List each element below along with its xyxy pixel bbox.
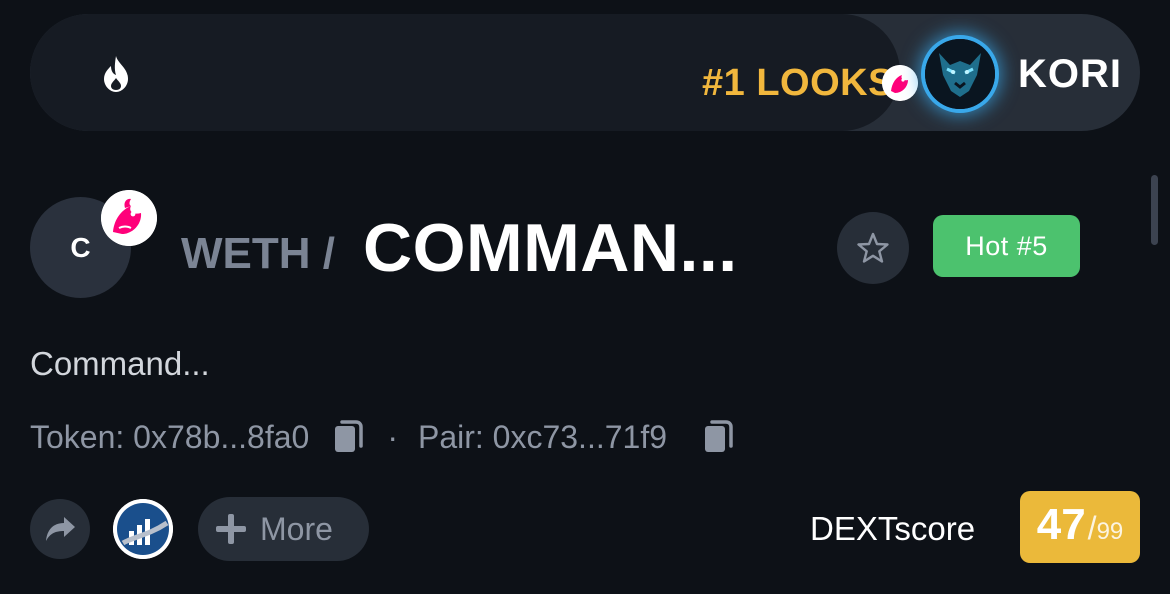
coinmarketcap-icon: [113, 499, 173, 559]
more-button[interactable]: More: [198, 497, 369, 561]
star-icon: [856, 231, 890, 265]
token-initial: C: [70, 231, 91, 263]
quote-token-symbol: WETH /: [181, 229, 335, 278]
share-button[interactable]: [30, 499, 90, 559]
dextscore-slash: /: [1087, 510, 1097, 546]
hot-rank-badge[interactable]: Hot #5: [933, 215, 1080, 277]
dextscore-value: 47: [1036, 500, 1086, 549]
fire-icon[interactable]: [96, 54, 136, 94]
dextscore-max: 99: [1096, 518, 1124, 545]
token-description: Command...: [30, 345, 210, 382]
more-label: More: [260, 510, 333, 547]
uniswap-icon: [882, 65, 918, 101]
favorite-button[interactable]: [837, 212, 909, 284]
address-row: Token: 0x78b...8fa0 · Pair: 0xc73...71f9: [30, 415, 735, 459]
token-address[interactable]: Token: 0x78b...8fa0: [30, 419, 309, 456]
copy-icon[interactable]: [701, 418, 735, 456]
uniswap-icon: [101, 190, 157, 246]
trending-ticker-bar[interactable]: #1 LOOKS KORI: [30, 14, 1140, 131]
ticker-rank-label[interactable]: #1 LOOKS: [702, 61, 894, 105]
ticker-track: #1 LOOKS: [30, 14, 918, 131]
ticker-highlight-name[interactable]: KORI: [1018, 52, 1122, 96]
share-icon: [44, 515, 76, 543]
dextscore-label: DEXTscore: [810, 510, 976, 547]
address-separator: ·: [387, 418, 398, 455]
scrollbar[interactable]: [1151, 175, 1158, 245]
coinmarketcap-button[interactable]: [113, 499, 173, 559]
plus-icon: [214, 512, 248, 546]
pair-address[interactable]: Pair: 0xc73...71f9: [418, 419, 667, 456]
kori-avatar[interactable]: [925, 39, 995, 109]
dextscore-badge[interactable]: 47 / 99: [1020, 491, 1140, 563]
base-token-name: COMMAN...: [363, 210, 738, 286]
copy-icon[interactable]: [331, 418, 365, 456]
